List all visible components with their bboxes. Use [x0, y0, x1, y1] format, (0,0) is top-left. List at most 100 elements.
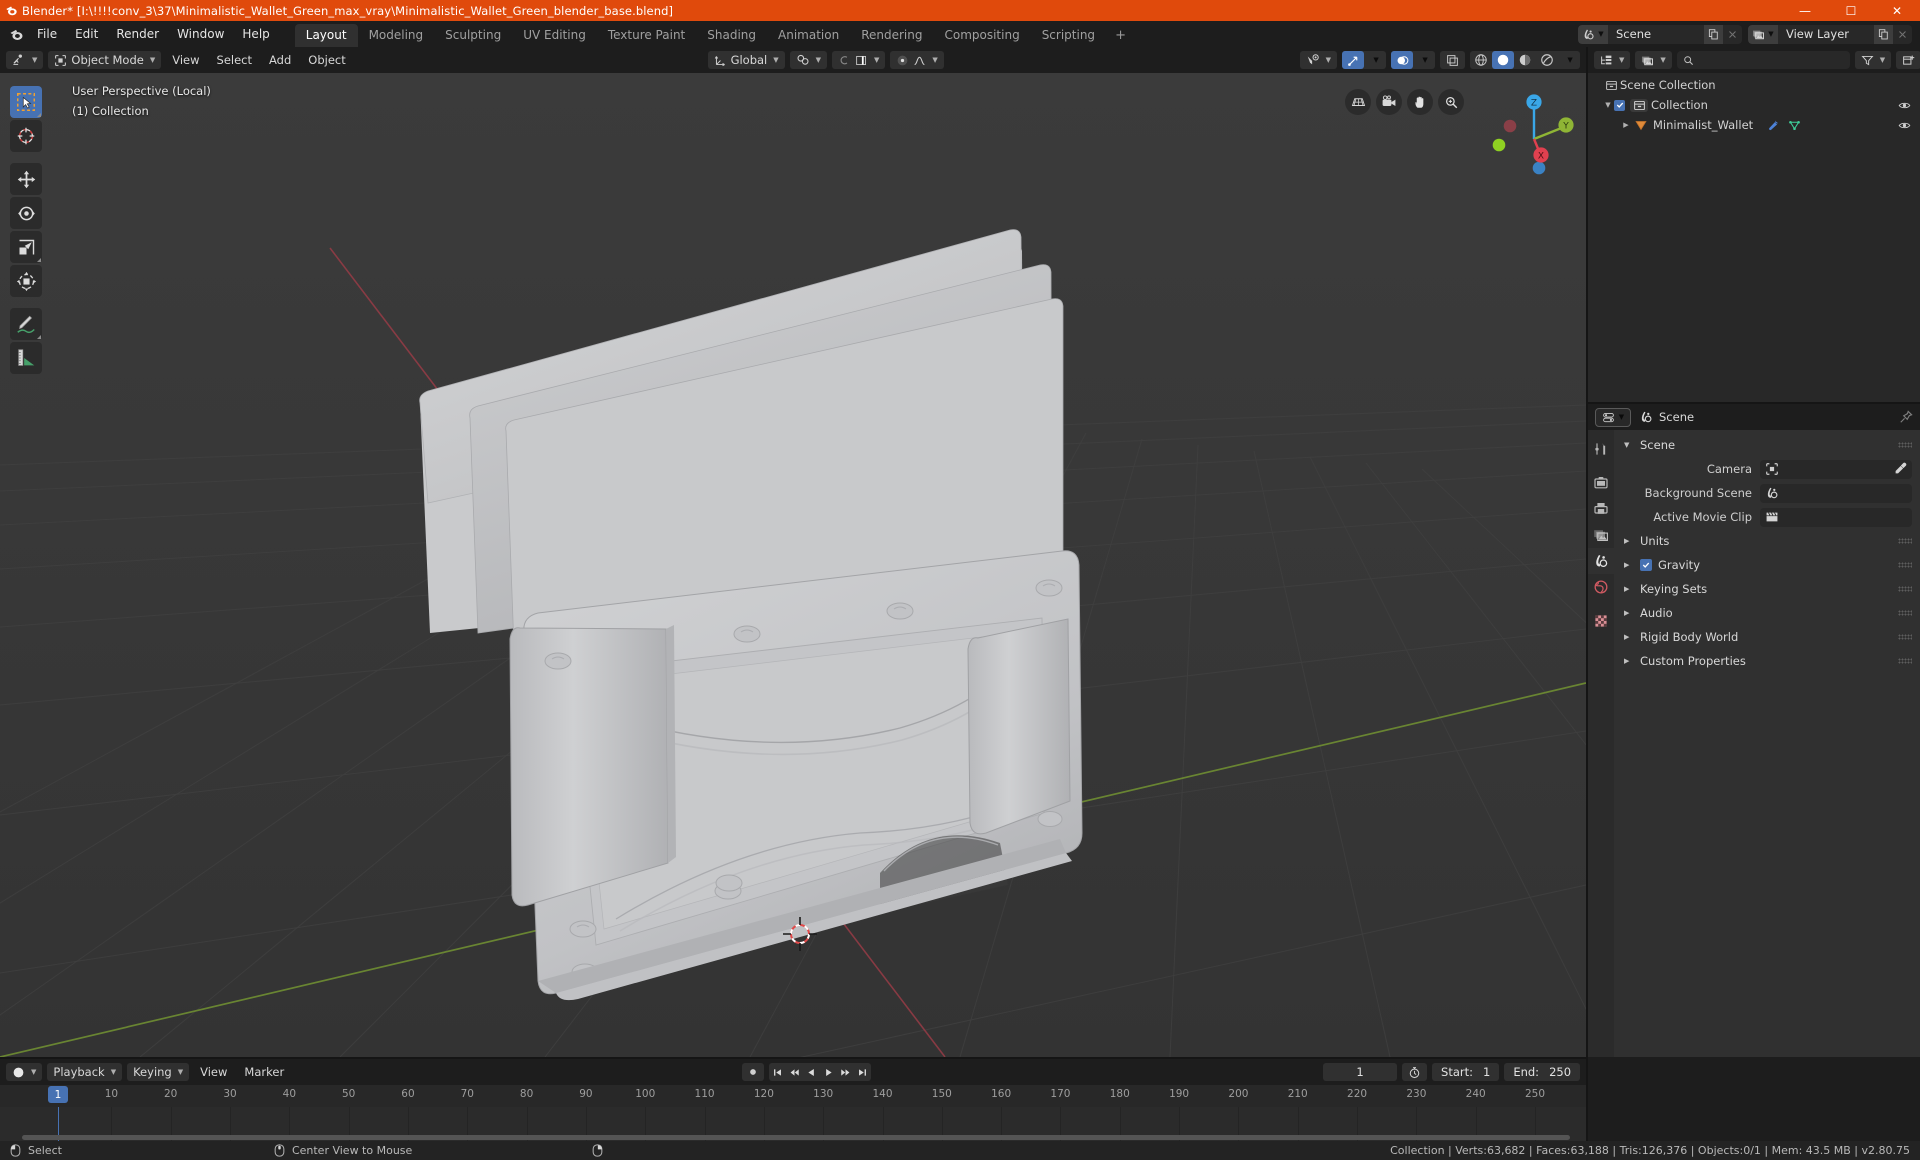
- shading-rendered-button[interactable]: [1536, 51, 1558, 69]
- collection-checkbox[interactable]: [1614, 99, 1625, 111]
- panel-header-rigid-body-world[interactable]: ▶ Rigid Body World: [1614, 625, 1920, 649]
- start-frame-value[interactable]: 1: [1483, 1065, 1490, 1079]
- transform-orientation-selector[interactable]: Global ▼: [707, 51, 785, 69]
- outliner-editor-type-selector[interactable]: ▼: [1594, 51, 1631, 69]
- scene-unlink-button[interactable]: [1723, 24, 1742, 44]
- properties-tab-scene[interactable]: [1588, 548, 1614, 574]
- timeline-marker-menu[interactable]: Marker: [238, 1063, 290, 1081]
- outliner-display-mode-selector[interactable]: ▼: [1635, 51, 1672, 69]
- scene-new-button[interactable]: [1704, 24, 1723, 44]
- outliner-search-field[interactable]: [1698, 53, 1844, 67]
- timeline-keying-menu[interactable]: Keying ▼: [127, 1063, 190, 1081]
- measure-tool-button[interactable]: [10, 342, 42, 374]
- panel-header-audio[interactable]: ▶ Audio: [1614, 601, 1920, 625]
- scene-camera-field[interactable]: [1760, 459, 1912, 479]
- play-button[interactable]: [820, 1063, 837, 1081]
- properties-editor-type-selector[interactable]: ▼: [1595, 407, 1631, 427]
- workspace-tab-animation[interactable]: Animation: [767, 24, 850, 47]
- transform-tool-button[interactable]: [10, 265, 42, 297]
- panel-header-scene[interactable]: ▼ Scene: [1614, 433, 1920, 457]
- overlays-toggle-button[interactable]: [1391, 51, 1414, 69]
- overlays-options-dropdown[interactable]: ▼: [1413, 51, 1435, 69]
- workspace-tab-rendering[interactable]: Rendering: [850, 24, 933, 47]
- timeline-ruler[interactable]: 10 20 30 40 50 60 70 80 90 100 110 120 130 140 150 160 1…: [0, 1085, 1586, 1107]
- outliner-filter-button[interactable]: ▼: [1854, 51, 1892, 69]
- view-layer-selector[interactable]: ▼ View Layer: [1748, 24, 1912, 44]
- snapping-selector[interactable]: ▼: [789, 51, 828, 69]
- properties-tab-tool[interactable]: [1588, 436, 1614, 462]
- workspace-tab-sculpting[interactable]: Sculpting: [434, 24, 512, 47]
- area-split-right-horizontal[interactable]: [1588, 402, 1920, 404]
- workspace-add-tab-button[interactable]: +: [1106, 24, 1135, 47]
- properties-tab-output[interactable]: [1588, 496, 1614, 522]
- current-frame-field[interactable]: 1: [1323, 1063, 1398, 1081]
- interaction-mode-selector[interactable]: Object Mode ▼: [48, 51, 162, 69]
- properties-tab-world[interactable]: [1588, 574, 1614, 600]
- outliner-row-collection[interactable]: ▼ Collection: [1588, 95, 1920, 115]
- zoom-icon[interactable]: [1438, 89, 1464, 115]
- outliner-search-input[interactable]: [1676, 51, 1850, 69]
- properties-tab-view-layer[interactable]: [1588, 522, 1614, 548]
- viewport-navigation-gizmo[interactable]: Z Y X: [1476, 85, 1574, 183]
- collection-expand-triangle[interactable]: ▼: [1602, 101, 1614, 109]
- panel-header-keying-sets[interactable]: ▶ Keying Sets: [1614, 577, 1920, 601]
- move-tool-button[interactable]: [10, 163, 42, 195]
- menu-help[interactable]: Help: [233, 24, 278, 44]
- proportional-falloff-selector[interactable]: ▼: [890, 51, 944, 69]
- properties-tab-texture[interactable]: [1588, 608, 1614, 634]
- workspace-tab-scripting[interactable]: Scripting: [1031, 24, 1106, 47]
- collection-visibility-eye-icon[interactable]: [1896, 99, 1912, 112]
- xray-toggle-button[interactable]: [1440, 51, 1466, 69]
- scene-name-field[interactable]: Scene: [1608, 24, 1704, 44]
- scene-movie-clip-field[interactable]: [1760, 507, 1912, 527]
- viewport-menu-select[interactable]: Select: [211, 51, 258, 69]
- workspace-tab-layout[interactable]: Layout: [294, 24, 358, 47]
- auto-keyframe-button[interactable]: [742, 1063, 765, 1081]
- jump-to-start-button[interactable]: [769, 1063, 786, 1081]
- play-reverse-button[interactable]: [803, 1063, 820, 1081]
- viewport-canvas[interactable]: User Perspective (Local) (1) Collection: [0, 73, 1586, 1057]
- scene-camera-eyedropper-icon[interactable]: [1894, 462, 1907, 475]
- outliner-row-minimalist-wallet[interactable]: ▶ Minimalist_Wallet: [1588, 115, 1920, 135]
- annotate-tool-button[interactable]: [10, 308, 42, 340]
- object-expand-triangle[interactable]: ▶: [1620, 121, 1632, 129]
- use-preview-range-button[interactable]: [1402, 1063, 1428, 1081]
- workspace-tab-compositing[interactable]: Compositing: [933, 24, 1030, 47]
- menu-edit[interactable]: Edit: [66, 24, 107, 44]
- gizmo-options-dropdown[interactable]: ▼: [1364, 51, 1386, 69]
- camera-view-icon[interactable]: [1376, 89, 1402, 115]
- area-split-timeline[interactable]: [0, 1057, 1586, 1059]
- properties-pin-icon[interactable]: [1899, 410, 1913, 424]
- end-frame-value[interactable]: 250: [1549, 1065, 1571, 1079]
- end-frame-field[interactable]: End: 250: [1504, 1063, 1581, 1081]
- editor-type-selector[interactable]: ▼: [6, 51, 44, 69]
- object-visibility-eye-icon[interactable]: [1896, 119, 1912, 132]
- scale-tool-button[interactable]: [10, 231, 42, 263]
- properties-tab-render[interactable]: [1588, 470, 1614, 496]
- gizmo-toggle-button[interactable]: [1342, 51, 1365, 69]
- select-box-tool-button[interactable]: [10, 86, 42, 118]
- window-maximize-button[interactable]: ☐: [1828, 0, 1874, 21]
- frame-range-fields[interactable]: Start: 1: [1432, 1063, 1500, 1081]
- rotate-tool-button[interactable]: [10, 197, 42, 229]
- menu-window[interactable]: Window: [168, 24, 233, 44]
- cursor-tool-button[interactable]: [10, 120, 42, 152]
- shading-solid-button[interactable]: [1492, 51, 1515, 69]
- menu-render[interactable]: Render: [107, 24, 168, 44]
- workspace-tab-uv-editing[interactable]: UV Editing: [512, 24, 597, 47]
- jump-to-previous-keyframe-button[interactable]: [786, 1063, 803, 1081]
- jump-to-end-button[interactable]: [854, 1063, 871, 1081]
- shading-options-dropdown[interactable]: ▼: [1558, 51, 1580, 69]
- viewport-menu-view[interactable]: View: [166, 51, 205, 69]
- shading-wireframe-button[interactable]: [1470, 51, 1492, 69]
- scene-background-field[interactable]: [1760, 483, 1912, 503]
- area-split-vertical[interactable]: [1586, 47, 1588, 1141]
- panel-header-custom-properties[interactable]: ▶ Custom Properties: [1614, 649, 1920, 673]
- scene-browse-icon[interactable]: ▼: [1578, 24, 1608, 44]
- jump-to-next-keyframe-button[interactable]: [837, 1063, 854, 1081]
- window-minimize-button[interactable]: —: [1782, 0, 1828, 21]
- outliner-new-collection-button[interactable]: [1896, 51, 1920, 69]
- modifier-wrench-icon[interactable]: [1767, 119, 1780, 132]
- workspace-tab-modeling[interactable]: Modeling: [358, 24, 435, 47]
- gravity-checkbox[interactable]: [1640, 559, 1652, 571]
